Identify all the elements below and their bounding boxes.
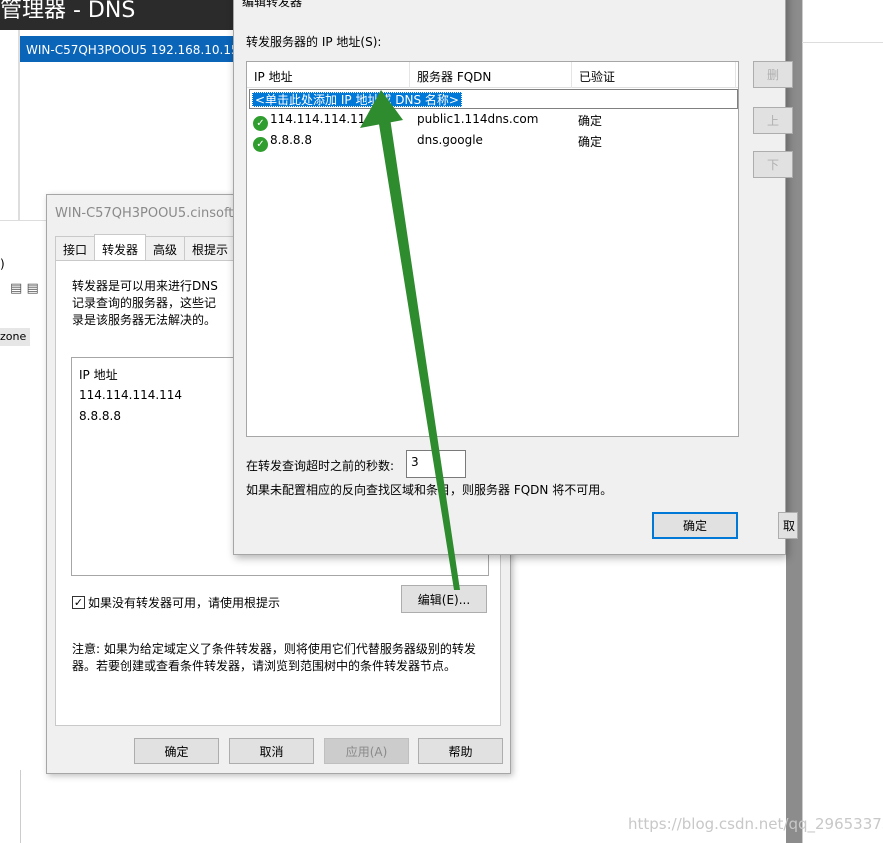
table-row[interactable]: ✓ 114.114.114.114 public1.114dns.com 确定 [247, 110, 738, 131]
tab-advanced[interactable]: 高级 [145, 236, 186, 260]
table-row[interactable]: ✓ 8.8.8.8 dns.google 确定 [247, 131, 738, 152]
list-item[interactable]: 114.114.114.114 [79, 388, 182, 402]
timeout-input[interactable]: 3 [406, 450, 466, 478]
tab-forwarders[interactable]: 转发器 [94, 234, 147, 260]
watermark: https://blog.csdn.net/qq_29653373 [628, 815, 883, 833]
conditional-forwarder-note: 注意: 如果为给定域定义了条件转发器，则将使用它们代替服务器级别的转发器。若要创… [72, 642, 476, 673]
add-forwarder-row[interactable]: <单击此处添加 IP 地址或 DNS 名称> [249, 89, 738, 109]
ok-button[interactable]: 确定 [652, 512, 738, 539]
tab-interfaces[interactable]: 接口 [55, 236, 96, 260]
column-header-ip[interactable]: IP 地址 [247, 62, 410, 88]
right-pane [802, 0, 883, 843]
cancel-button[interactable]: 取消 [229, 738, 314, 764]
right-pane-divider [802, 42, 883, 43]
move-down-button[interactable]: 下 [753, 151, 793, 178]
tab-root-hints[interactable]: 根提示 [184, 236, 237, 260]
column-header-fqdn[interactable]: 服务器 FQDN [410, 62, 572, 88]
validated-check-icon: ✓ [253, 116, 268, 131]
edit-button[interactable]: 编辑(E)... [401, 585, 487, 613]
checkbox-checked-icon[interactable]: ✓ [72, 596, 85, 609]
move-up-button[interactable]: 上 [753, 107, 793, 134]
cell-fqdn: dns.google [417, 133, 483, 147]
toolbar-details-icon[interactable]: ▤ [26, 281, 38, 296]
dialog-title: 编辑转发器 [242, 0, 303, 9]
column-header-validated[interactable]: 已验证 [572, 62, 736, 88]
forwarder-ip-label: 转发服务器的 IP 地址(S): [246, 35, 382, 49]
list-header-ip: IP 地址 [79, 368, 118, 382]
zone-item[interactable]: zone [0, 328, 30, 346]
results-pane [0, 220, 48, 843]
forwarders-grid[interactable]: IP 地址 服务器 FQDN 已验证 <单击此处添加 IP 地址或 DNS 名称… [246, 61, 739, 437]
validated-check-icon: ✓ [253, 137, 268, 152]
tree-item-server[interactable]: WIN-C57QH3POOU5 192.168.10.15 [20, 36, 235, 62]
help-button[interactable]: 帮助 [418, 738, 503, 764]
pane-border [20, 770, 21, 843]
apply-button[interactable]: 应用(A) [324, 738, 409, 764]
cell-ip: ✓ 114.114.114.114 [253, 112, 373, 131]
edit-forwarders-dialog: 编辑转发器 转发服务器的 IP 地址(S): IP 地址 服务器 FQDN 已验… [233, 0, 798, 555]
toolbar-list-icon[interactable]: ▤ [10, 281, 22, 296]
cell-validated: 确定 [578, 114, 603, 128]
tab-strip: 接口 转发器 高级 根提示 [55, 234, 237, 260]
use-root-hints-checkbox[interactable]: ✓ 如果没有转发器可用，请使用根提示 [72, 594, 280, 611]
dns-manager-title: 管理器 - DNS [0, 0, 136, 23]
results-fragment-text: ) [0, 257, 5, 271]
grid-header: IP 地址 服务器 FQDN 已验证 [247, 62, 738, 88]
cell-validated: 确定 [578, 135, 603, 149]
cell-fqdn: public1.114dns.com [417, 112, 539, 126]
forwarders-description: 转发器是可以用来进行DNS记录查询的服务器，这些记录是该服务器无法解决的。 [72, 279, 218, 327]
cell-ip: ✓ 8.8.8.8 [253, 133, 312, 152]
delete-button[interactable]: 删 [753, 61, 793, 88]
timeout-label: 在转发查询超时之前的秒数: [246, 459, 395, 473]
ok-button[interactable]: 确定 [134, 738, 219, 764]
add-forwarder-input[interactable]: <单击此处添加 IP 地址或 DNS 名称> [252, 92, 462, 107]
fqdn-note: 如果未配置相应的反向查找区域和条目，则服务器 FQDN 将不可用。 [246, 483, 613, 497]
toolbar-icons: ▤ ▤ [10, 281, 39, 296]
use-root-hints-label: 如果没有转发器可用，请使用根提示 [88, 596, 281, 610]
cancel-button[interactable]: 取 [778, 512, 798, 539]
list-item[interactable]: 8.8.8.8 [79, 409, 121, 423]
dns-manager-titlebar: 管理器 - DNS [0, 0, 235, 30]
